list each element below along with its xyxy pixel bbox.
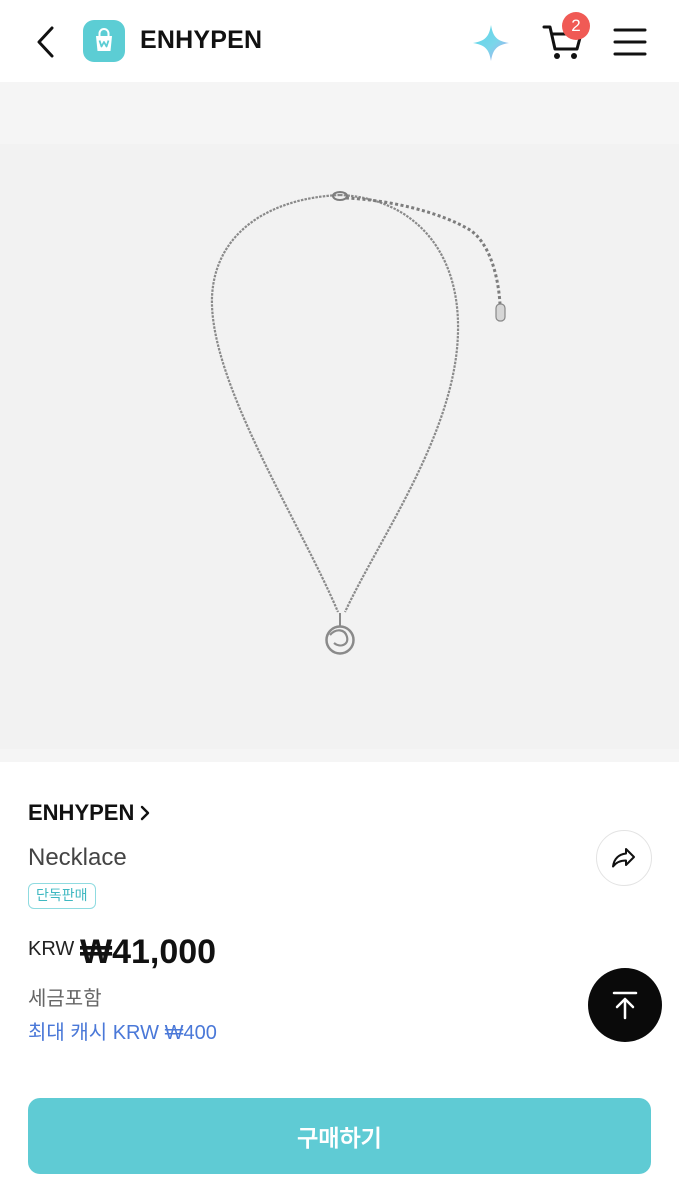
arrow-up-to-top-icon: [612, 991, 638, 1020]
store-title: ENHYPEN: [140, 26, 263, 54]
share-button[interactable]: [596, 830, 652, 886]
share-arrow-icon: [612, 848, 635, 868]
hamburger-menu-icon: [613, 28, 647, 56]
brand-link[interactable]: ENHYPEN: [28, 800, 152, 826]
chevron-right-icon: [141, 805, 150, 821]
product-name: Necklace: [28, 844, 127, 871]
menu-button[interactable]: [612, 24, 648, 60]
cart-count-badge: 2: [562, 12, 590, 40]
price-currency: KRW: [28, 938, 75, 960]
chevron-left-icon: [37, 26, 54, 58]
ai-sparkle-button[interactable]: [470, 22, 512, 64]
sparkle-icon: [473, 25, 509, 61]
scroll-to-top-button[interactable]: [588, 968, 662, 1042]
tax-included-note: 세금포함: [28, 988, 102, 1010]
top-app-bar: ENHYPEN 2: [0, 0, 679, 82]
product-image[interactable]: [0, 82, 679, 762]
exclusive-sale-badge: 단독판매: [28, 883, 96, 909]
back-button[interactable]: [30, 22, 64, 62]
max-cash-reward: 최대 캐시 KRW ₩400: [28, 1022, 217, 1044]
buy-button[interactable]: 구매하기: [28, 1098, 651, 1174]
shop-logo[interactable]: [83, 20, 125, 62]
necklace-image: [210, 191, 506, 655]
brand-name: ENHYPEN: [28, 800, 135, 825]
shop-bag-logo-icon: [96, 28, 112, 51]
price-value: ₩41,000: [80, 933, 217, 971]
